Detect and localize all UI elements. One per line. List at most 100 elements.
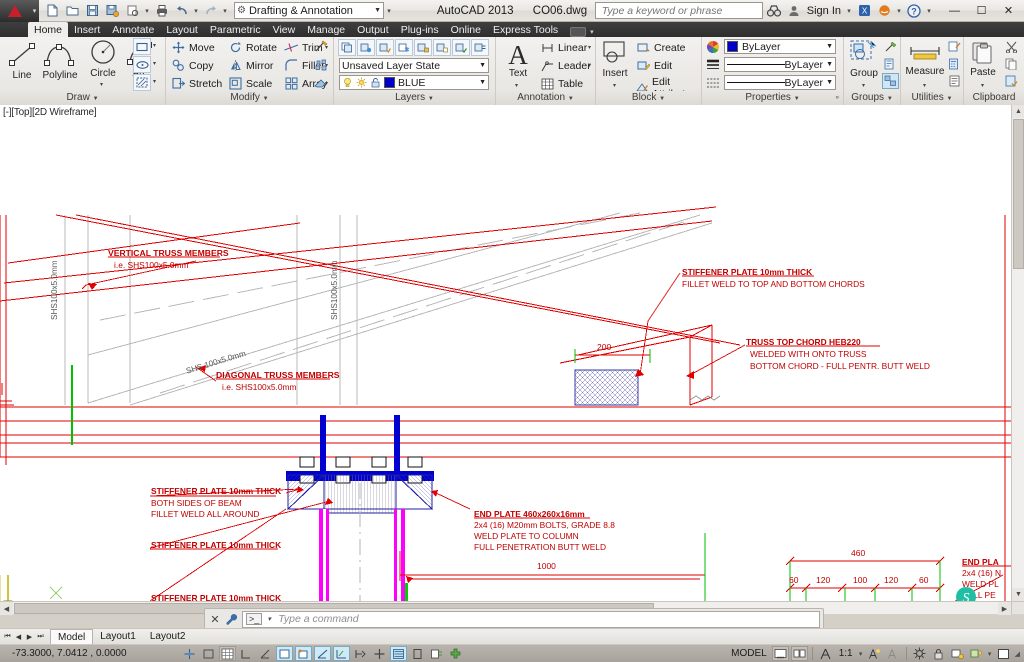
save-icon[interactable] <box>83 2 102 20</box>
layer-state-combo[interactable]: Unsaved Layer State ▼ <box>339 58 489 73</box>
copy-clip-icon[interactable] <box>1002 56 1020 72</box>
hatch-caret[interactable]: ▾ <box>153 78 156 85</box>
linear-dimension-button[interactable]: Linear <box>540 40 587 55</box>
redo-icon[interactable] <box>201 2 220 20</box>
tab-express-tools[interactable]: Express Tools <box>487 22 564 37</box>
3d-object-snap-toggle[interactable] <box>295 646 312 661</box>
layer-off-icon[interactable] <box>357 39 375 56</box>
coordinate-display[interactable]: -73.3000, 7.0412 , 0.0000 <box>0 648 180 659</box>
undo-caret[interactable]: ▾ <box>192 7 200 15</box>
help-icon[interactable]: ? <box>905 2 923 20</box>
quick-select-icon[interactable] <box>946 39 963 55</box>
hardware-accel-icon[interactable] <box>949 646 966 661</box>
erase-icon[interactable] <box>310 74 331 91</box>
command-history-caret[interactable]: ▾ <box>265 615 273 623</box>
snap-mode-toggle[interactable] <box>200 646 217 661</box>
clean-screen-icon[interactable] <box>995 646 1012 661</box>
application-menu-button[interactable] <box>0 0 30 22</box>
exchange-apps-icon[interactable]: X <box>855 2 873 20</box>
layer-properties-icon[interactable] <box>338 39 356 56</box>
isolate-objects-icon[interactable] <box>968 646 985 661</box>
layout-tab-layout1[interactable]: Layout1 <box>93 629 143 644</box>
sign-in-caret[interactable]: ▾ <box>845 7 853 15</box>
workspace-more-caret[interactable]: ▾ <box>385 7 393 15</box>
panel-utilities-expand[interactable]: ▼ <box>947 96 953 102</box>
measure-button[interactable]: Measure <box>904 41 946 77</box>
tab-manage[interactable]: Manage <box>301 22 351 37</box>
isolate-objects-caret[interactable]: ▾ <box>986 650 994 658</box>
panel-layers-expand[interactable]: ▼ <box>428 96 434 102</box>
insert-caret[interactable]: ▾ <box>613 82 616 89</box>
layer-isolate-icon[interactable] <box>376 39 394 56</box>
panel-properties-expand[interactable]: ▼ <box>794 96 800 102</box>
redo-caret[interactable]: ▾ <box>221 7 229 15</box>
create-block-button[interactable]: Create <box>636 40 686 55</box>
panel-groups-expand[interactable]: ▼ <box>887 96 893 102</box>
plot-preview-icon[interactable] <box>123 2 142 20</box>
customize-wrench-icon[interactable] <box>225 613 239 626</box>
minimize-button[interactable]: — <box>941 1 968 21</box>
close-icon[interactable]: ✕ <box>208 613 222 626</box>
copy-button[interactable]: Copy <box>171 58 214 73</box>
paste-caret[interactable]: ▾ <box>981 82 984 89</box>
status-resize-grip[interactable]: ◢ <box>1013 650 1020 658</box>
space-indicator[interactable]: MODEL <box>727 648 771 659</box>
lineweight-icon[interactable] <box>706 58 720 72</box>
leader-caret[interactable]: ▾ <box>588 62 591 69</box>
explode-icon[interactable] <box>310 56 331 73</box>
tab-insert[interactable]: Insert <box>68 22 106 37</box>
move-button[interactable]: Move <box>171 40 215 55</box>
tab-parametric[interactable]: Parametric <box>204 22 267 37</box>
edit-polyline-icon[interactable] <box>310 38 331 55</box>
autodesk-360-caret[interactable]: ▾ <box>895 7 903 15</box>
group-caret[interactable]: ▾ <box>862 82 865 89</box>
model-space-icon[interactable] <box>772 646 789 661</box>
panel-modify-expand[interactable]: ▼ <box>263 96 269 102</box>
close-button[interactable]: ✕ <box>995 1 1022 21</box>
ortho-mode-toggle[interactable] <box>238 646 255 661</box>
layout-tab-layout2[interactable]: Layout2 <box>143 629 193 644</box>
line-button[interactable]: Line <box>4 41 40 81</box>
ellipse-caret[interactable]: ▾ <box>153 60 156 67</box>
application-menu-caret[interactable]: ▾ <box>30 0 39 22</box>
panel-annotation-expand[interactable]: ▼ <box>568 96 574 102</box>
maximize-button[interactable]: ☐ <box>968 1 995 21</box>
drawing-canvas[interactable]: [-][Top][2D Wireframe] <box>0 105 1011 601</box>
tab-output[interactable]: Output <box>351 22 395 37</box>
panel-draw-expand[interactable]: ▼ <box>93 96 99 102</box>
hatch-icon[interactable] <box>133 74 151 91</box>
undo-icon[interactable] <box>172 2 191 20</box>
annotation-scale-caret[interactable]: ▾ <box>857 650 865 658</box>
mirror-button[interactable]: Mirror <box>228 58 273 73</box>
edit-block-button[interactable]: Edit <box>636 58 672 73</box>
object-color-swatch[interactable] <box>727 41 738 52</box>
measure-caret[interactable]: ▾ <box>923 82 926 89</box>
tab-plugins[interactable]: Plug-ins <box>395 22 445 37</box>
layer-match-icon[interactable] <box>471 39 489 56</box>
panel-properties-dialog-launcher[interactable]: » <box>836 91 839 105</box>
insert-block-button[interactable]: Insert <box>598 39 632 79</box>
scroll-left-icon[interactable]: ◀ <box>0 602 13 615</box>
leader-button[interactable]: Leader <box>540 58 591 73</box>
rotate-button[interactable]: Rotate <box>228 40 277 55</box>
circle-dropdown-caret[interactable]: ▾ <box>100 81 103 88</box>
linear-caret[interactable]: ▾ <box>588 44 591 51</box>
workspace-selector[interactable]: ⚙ Drafting & Annotation ▼ <box>234 2 384 19</box>
vertical-scroll-thumb[interactable] <box>1013 119 1024 269</box>
rectangle-icon[interactable] <box>133 38 151 55</box>
help-caret[interactable]: ▾ <box>925 7 933 15</box>
lineweight-toggle[interactable] <box>390 646 407 661</box>
ribbon-overflow-icon[interactable] <box>570 27 586 37</box>
quick-properties-toggle[interactable] <box>428 646 445 661</box>
sign-in-label[interactable]: Sign In <box>805 5 843 17</box>
dynamic-input-toggle[interactable] <box>371 646 388 661</box>
layer-on-icon[interactable] <box>342 77 353 88</box>
linetype-icon[interactable] <box>706 76 720 90</box>
circle-button[interactable]: Circle <box>84 39 122 79</box>
tab-home[interactable]: Home <box>28 22 68 37</box>
annotation-visibility-icon[interactable] <box>866 646 883 661</box>
ellipse-icon[interactable] <box>133 56 151 73</box>
layer-make-current-icon[interactable] <box>452 39 470 56</box>
first-layout-button[interactable]: ⏮ <box>2 630 13 644</box>
ungroup-icon[interactable] <box>882 39 899 55</box>
